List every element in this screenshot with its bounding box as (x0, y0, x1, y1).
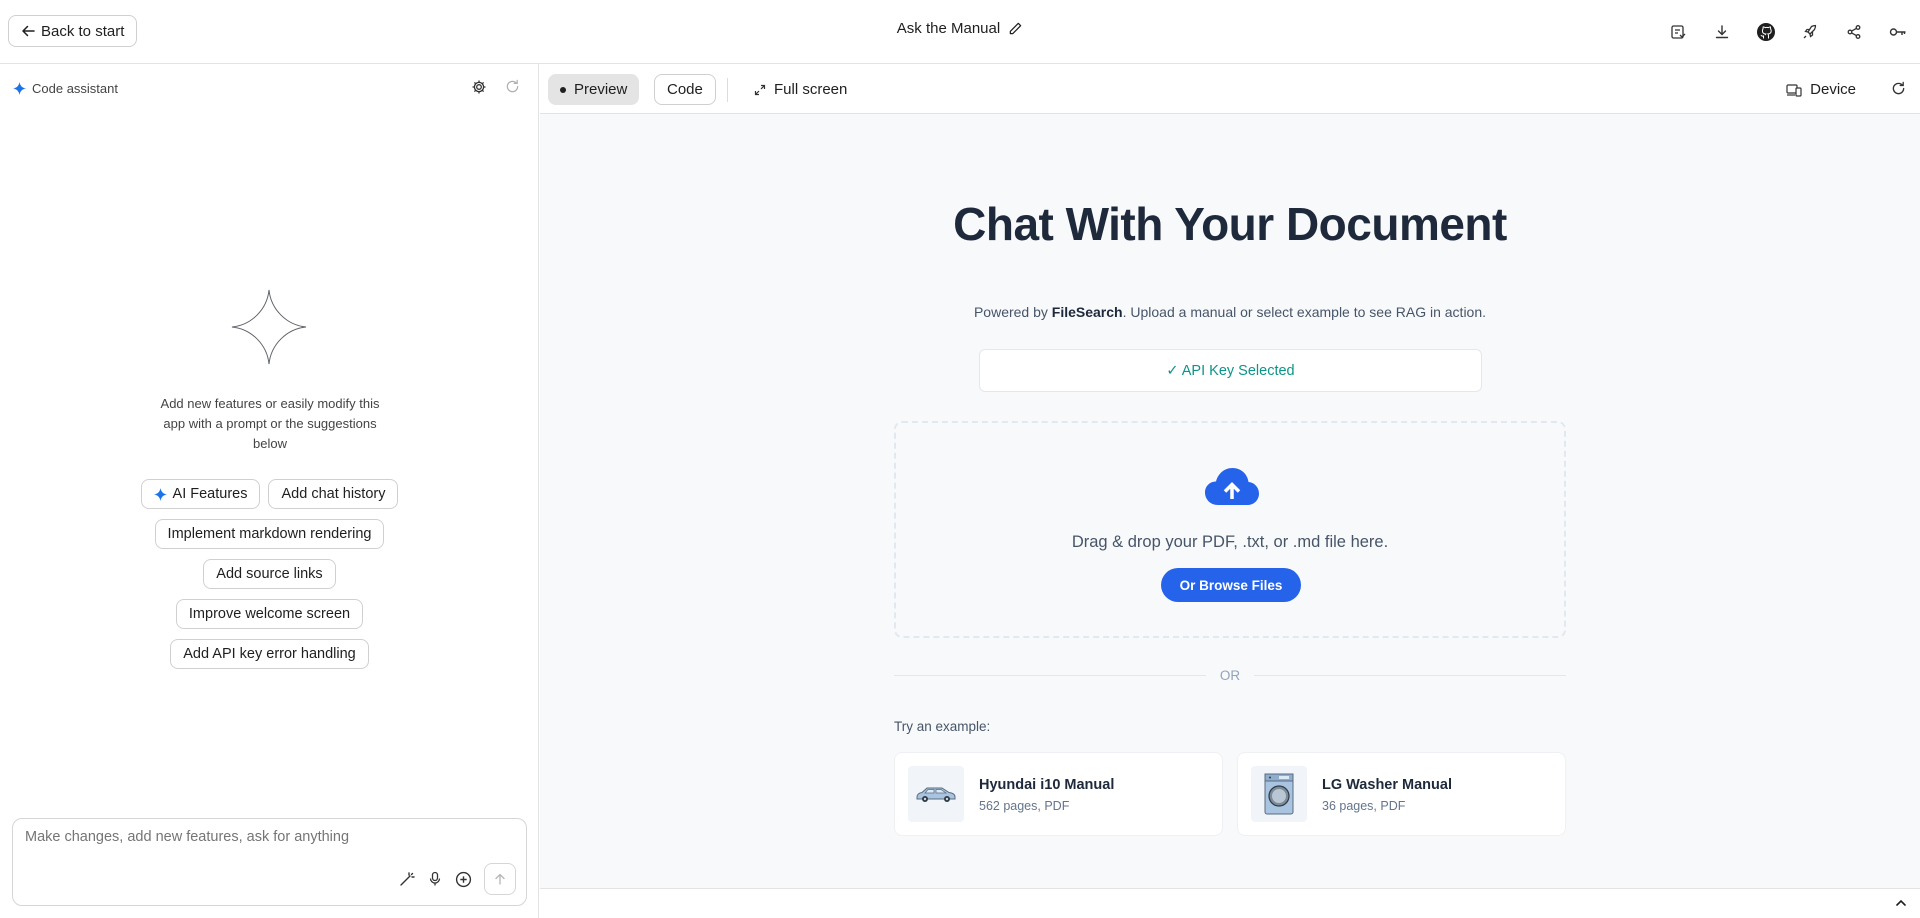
suggestion-label: Add API key error handling (183, 646, 356, 662)
back-to-start-label: Back to start (41, 22, 125, 40)
washing-machine-icon (1251, 766, 1307, 822)
welcome-text: Add new features or easily modify this a… (160, 396, 380, 451)
tab-code[interactable]: Code (654, 74, 716, 105)
prompt-box (12, 818, 527, 906)
drop-instructions: Drag & drop your PDF, .txt, or .md file … (1071, 533, 1389, 551)
example-title: LG Washer Manual (1322, 777, 1452, 793)
suggestion-add-chat-history[interactable]: Add chat history (268, 479, 399, 509)
reload-preview-icon[interactable] (1891, 81, 1906, 96)
suggestion-ai-features[interactable]: AI Features (140, 479, 261, 509)
magic-wand-icon[interactable] (399, 871, 415, 887)
tab-code-label: Code (667, 81, 703, 98)
share-icon[interactable] (1832, 18, 1876, 46)
example-meta: 562 pages, PDF (979, 799, 1070, 813)
devices-icon (1786, 83, 1802, 97)
or-label: OR (1219, 668, 1241, 683)
preview-toolbar: Preview Code Full screen Device (540, 64, 1920, 114)
device-button[interactable]: Device (1774, 74, 1868, 105)
back-to-start-button[interactable]: Back to start (8, 15, 138, 47)
subtitle-suffix: . Upload a manual or select example to s… (1122, 304, 1487, 320)
suggestion-label: AI Features (172, 486, 248, 502)
divider-line (1254, 675, 1566, 676)
send-button[interactable] (484, 863, 516, 895)
add-circle-icon[interactable] (455, 871, 472, 888)
suggestion-label: Add chat history (281, 486, 386, 502)
suggestion-welcome-screen[interactable]: Improve welcome screen (175, 599, 364, 629)
suggestion-api-key-error[interactable]: Add API key error handling (170, 639, 369, 669)
key-icon[interactable] (1876, 18, 1920, 46)
example-meta: 36 pages, PDF (1322, 799, 1406, 813)
example-card-lg-washer[interactable]: LG Washer Manual 36 pages, PDF (1237, 752, 1566, 836)
suggestion-source-links[interactable]: Add source links (203, 559, 336, 589)
chevron-up-icon[interactable] (1894, 896, 1908, 910)
console-strip (540, 888, 1920, 918)
expand-icon (754, 84, 766, 95)
subtitle-prefix: Powered by (973, 304, 1052, 320)
top-bar: Back to start Ask the Manual (0, 0, 1920, 64)
suggestion-label: Implement markdown rendering (167, 526, 372, 542)
preview-panel: Preview Code Full screen Device Chat Wit… (540, 64, 1920, 918)
sparkle-icon (13, 82, 26, 95)
arrow-up-icon (495, 873, 505, 885)
suggestion-label: Improve welcome screen (188, 606, 351, 622)
app-heading: Chat With Your Document (953, 198, 1507, 250)
device-label: Device (1810, 81, 1856, 98)
microphone-icon[interactable] (427, 871, 443, 887)
cloud-upload-icon (1205, 468, 1259, 505)
suggestion-markdown-rendering[interactable]: Implement markdown rendering (154, 519, 385, 549)
suggestion-chips: AI Features Add chat history Implement m… (0, 479, 539, 669)
prompt-input[interactable] (25, 829, 505, 845)
github-icon[interactable] (1744, 18, 1788, 46)
app-title: Ask the Manual (896, 20, 1001, 37)
example-card-hyundai[interactable]: Hyundai i10 Manual 562 pages, PDF (894, 752, 1223, 836)
sparkle-icon (153, 487, 167, 501)
car-icon (908, 766, 964, 822)
rocket-icon[interactable] (1788, 18, 1832, 46)
subtitle-brand: FileSearch (1051, 304, 1123, 320)
example-title: Hyundai i10 Manual (979, 777, 1115, 793)
code-assistant-panel: Code assistant Add new features or easil… (0, 64, 539, 918)
active-dot-icon (560, 86, 566, 93)
large-sparkle-icon (231, 289, 307, 365)
api-key-status-text: ✓ API Key Selected (1166, 362, 1295, 379)
pencil-icon[interactable] (1008, 21, 1023, 36)
tab-preview[interactable]: Preview (548, 74, 640, 105)
file-drop-zone[interactable]: Drag & drop your PDF, .txt, or .md file … (894, 421, 1566, 638)
save-icon[interactable] (1656, 18, 1700, 46)
suggestion-label: Add source links (216, 566, 323, 582)
fullscreen-label: Full screen (774, 81, 848, 98)
toolbar-divider (727, 78, 728, 102)
tab-preview-label: Preview (574, 81, 628, 98)
refresh-icon[interactable] (505, 79, 520, 94)
assistant-title: Code assistant (32, 81, 118, 96)
api-key-status[interactable]: ✓ API Key Selected (979, 349, 1482, 392)
divider-line (894, 675, 1206, 676)
settings-gear-icon[interactable] (471, 79, 487, 95)
browse-files-button[interactable]: Or Browse Files (1161, 568, 1301, 602)
fullscreen-button[interactable]: Full screen (742, 74, 859, 105)
arrow-left-icon (22, 25, 35, 37)
download-icon[interactable] (1700, 18, 1744, 46)
try-example-label: Try an example: (894, 719, 991, 734)
app-subtitle: Powered by FileSearch. Upload a manual o… (540, 304, 1920, 320)
or-divider: OR (894, 668, 1566, 683)
assistant-header: Code assistant (13, 81, 118, 96)
